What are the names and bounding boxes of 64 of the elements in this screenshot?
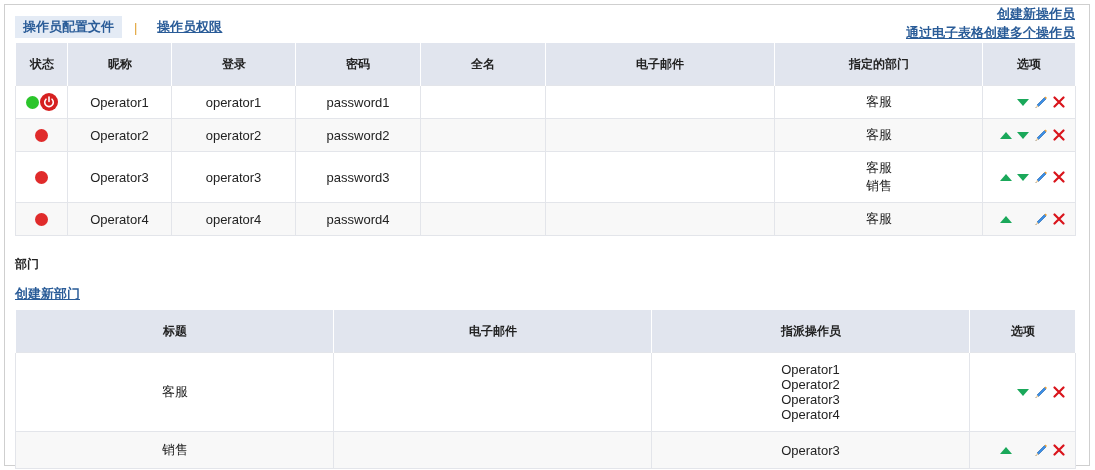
column-header: 全名 xyxy=(420,42,546,86)
table-cell: Operator1 xyxy=(67,85,172,119)
delete-icon[interactable] xyxy=(1053,129,1065,141)
create-department-link[interactable]: 创建新部门 xyxy=(15,286,80,301)
move-up-icon[interactable] xyxy=(1000,215,1012,223)
department-name: 客服 xyxy=(865,126,892,144)
column-header: 电子邮件 xyxy=(333,309,652,353)
action-link[interactable]: 通过电子表格创建多个操作员 xyxy=(906,24,1075,42)
delete-icon[interactable] xyxy=(1053,96,1065,108)
action-link[interactable]: 创建新操作员 xyxy=(997,5,1075,23)
table-cell: operator2 xyxy=(171,118,296,152)
department-name: 客服 xyxy=(865,159,892,177)
table-cell: Operator3 xyxy=(67,151,172,203)
operator-name: Operator3 xyxy=(781,392,840,407)
operator-name: Operator3 xyxy=(781,442,840,458)
table-cell: password4 xyxy=(295,202,421,236)
table-cell: operator4 xyxy=(171,202,296,236)
pencil-icon[interactable] xyxy=(1034,212,1048,226)
operator-name: Operator1 xyxy=(781,362,840,377)
table-cell: 销售 xyxy=(15,431,334,469)
column-header: 指派操作员 xyxy=(651,309,970,353)
department-name: 销售 xyxy=(865,177,892,195)
column-header: 选项 xyxy=(969,309,1076,353)
operator-name: Operator2 xyxy=(781,377,840,392)
table-cell: password3 xyxy=(295,151,421,203)
column-header: 电子邮件 xyxy=(545,42,775,86)
move-down-icon[interactable] xyxy=(1017,131,1029,139)
column-header: 密码 xyxy=(295,42,421,86)
tab[interactable]: 操作员权限 xyxy=(149,16,231,38)
move-up-icon[interactable] xyxy=(1000,131,1012,139)
section-title: 部门 xyxy=(15,256,40,273)
pencil-icon[interactable] xyxy=(1034,385,1048,399)
table-cell: operator3 xyxy=(171,151,296,203)
pencil-icon[interactable] xyxy=(1034,170,1048,184)
column-header: 标题 xyxy=(15,309,334,353)
table-cell: Operator2 xyxy=(67,118,172,152)
table-cell: operator1 xyxy=(171,85,296,119)
table-cell: 客服 xyxy=(15,352,334,432)
tab[interactable]: 操作员配置文件 xyxy=(15,16,122,38)
pencil-icon[interactable] xyxy=(1034,95,1048,109)
table-cell: password2 xyxy=(295,118,421,152)
delete-icon[interactable] xyxy=(1053,386,1065,398)
column-header: 选项 xyxy=(982,42,1076,86)
delete-icon[interactable] xyxy=(1053,213,1065,225)
pencil-icon[interactable] xyxy=(1034,443,1048,457)
table-cell: Operator4 xyxy=(67,202,172,236)
department-name: 客服 xyxy=(865,210,892,228)
move-down-icon[interactable] xyxy=(1017,98,1029,106)
table-cell: password1 xyxy=(295,85,421,119)
tab-separator: | xyxy=(134,19,138,35)
delete-icon[interactable] xyxy=(1053,171,1065,183)
column-header: 昵称 xyxy=(67,42,172,86)
delete-icon[interactable] xyxy=(1053,444,1065,456)
column-header: 状态 xyxy=(15,42,68,86)
department-name: 客服 xyxy=(865,93,892,111)
power-icon[interactable] xyxy=(39,93,58,111)
pencil-icon[interactable] xyxy=(1034,128,1048,142)
operator-name: Operator4 xyxy=(781,407,840,422)
move-down-icon[interactable] xyxy=(1017,388,1029,396)
move-up-icon[interactable] xyxy=(1000,446,1012,454)
column-header: 登录 xyxy=(171,42,296,86)
move-down-icon[interactable] xyxy=(1017,173,1029,181)
column-header: 指定的部门 xyxy=(774,42,983,86)
move-up-icon[interactable] xyxy=(1000,173,1012,181)
